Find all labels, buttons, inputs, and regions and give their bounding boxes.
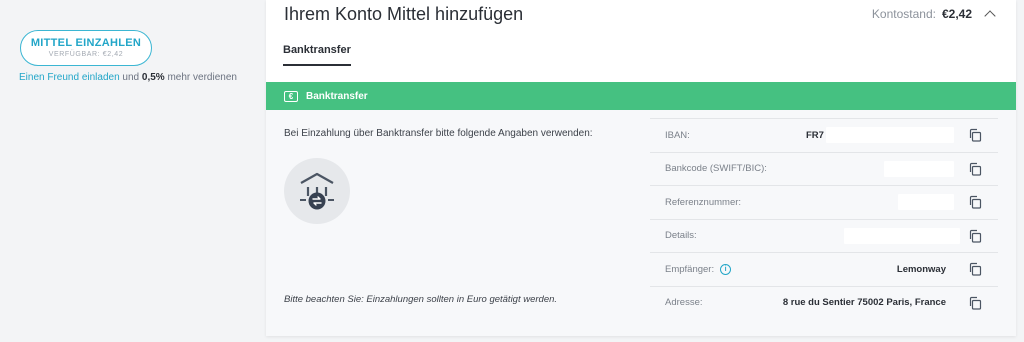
invite-text: Einen Freund einladen und 0,5% mehr verd…	[19, 72, 237, 83]
add-funds-card: Ihrem Konto Mittel hinzufügen Kontostand…	[266, 0, 1016, 336]
bank-transfer-icon	[284, 158, 350, 224]
details-label: Details:	[665, 230, 697, 242]
detail-row-reference: Referenznummer:	[650, 185, 998, 219]
info-icon[interactable]: i	[720, 263, 732, 275]
address-value: 8 rue du Sentier 75002 Paris, France	[782, 297, 946, 309]
chevron-up-icon[interactable]	[984, 10, 996, 22]
tab-banktransfer[interactable]: Banktransfer	[283, 44, 351, 66]
deposit-funds-button[interactable]: MITTEL EINZAHLEN VERFÜGBAR: €2,42	[20, 30, 152, 66]
copy-icon[interactable]	[968, 162, 982, 176]
invite-friend-link[interactable]: Einen Freund einladen	[19, 72, 120, 83]
redacted-field	[844, 227, 960, 244]
banktransfer-bar-label: Banktransfer	[306, 90, 368, 102]
redacted-field	[884, 160, 954, 177]
balance-label: Kontostand:	[871, 7, 936, 21]
recipient-value: Lemonway	[896, 263, 946, 275]
copy-icon[interactable]	[968, 262, 982, 276]
redacted-field	[898, 194, 954, 211]
euro-icon: €	[284, 90, 298, 102]
redacted-field	[826, 127, 954, 144]
iban-label: IBAN:	[665, 129, 690, 141]
invite-percent: 0,5%	[141, 72, 165, 83]
account-balance[interactable]: Kontostand: €2,42	[871, 7, 996, 22]
banktransfer-body: Bei Einzahlung über Banktransfer bitte f…	[266, 110, 1016, 336]
detail-row-iban: IBAN: FR7	[650, 118, 998, 152]
detail-row-address: Adresse: 8 rue du Sentier 75002 Paris, F…	[650, 285, 998, 320]
banktransfer-header-bar: € Banktransfer	[266, 82, 1016, 110]
invite-rest: mehr verdienen	[167, 72, 237, 83]
copy-icon[interactable]	[968, 296, 982, 310]
instructions-text: Bei Einzahlung über Banktransfer bitte f…	[284, 128, 593, 139]
bic-label: Bankcode (SWIFT/BIC):	[665, 163, 767, 175]
recipient-label-text: Empfänger:	[665, 263, 715, 275]
copy-icon[interactable]	[968, 128, 982, 142]
available-balance: VERFÜGBAR: €2,42	[48, 51, 124, 58]
recipient-label: Empfänger: i	[665, 263, 732, 275]
copy-icon[interactable]	[968, 195, 982, 209]
copy-icon[interactable]	[968, 229, 982, 243]
detail-row-bic: Bankcode (SWIFT/BIC):	[650, 151, 998, 186]
address-label: Adresse:	[665, 297, 703, 309]
iban-value: FR7	[806, 129, 824, 141]
currency-note: Bitte beachten Sie: Einzahlungen sollten…	[284, 294, 558, 305]
reference-label: Referenznummer:	[665, 196, 742, 208]
deposit-button-label: MITTEL EINZAHLEN	[30, 37, 142, 49]
detail-row-recipient: Empfänger: i Lemonway	[650, 252, 998, 286]
balance-value: €2,42	[941, 7, 972, 21]
page-title: Ihrem Konto Mittel hinzufügen	[284, 4, 524, 24]
detail-row-details: Details:	[650, 218, 998, 253]
invite-and: und	[122, 72, 140, 83]
bank-details-list: IBAN: FR7 Bankcode (SWIFT/BIC): Referenz…	[650, 118, 998, 319]
